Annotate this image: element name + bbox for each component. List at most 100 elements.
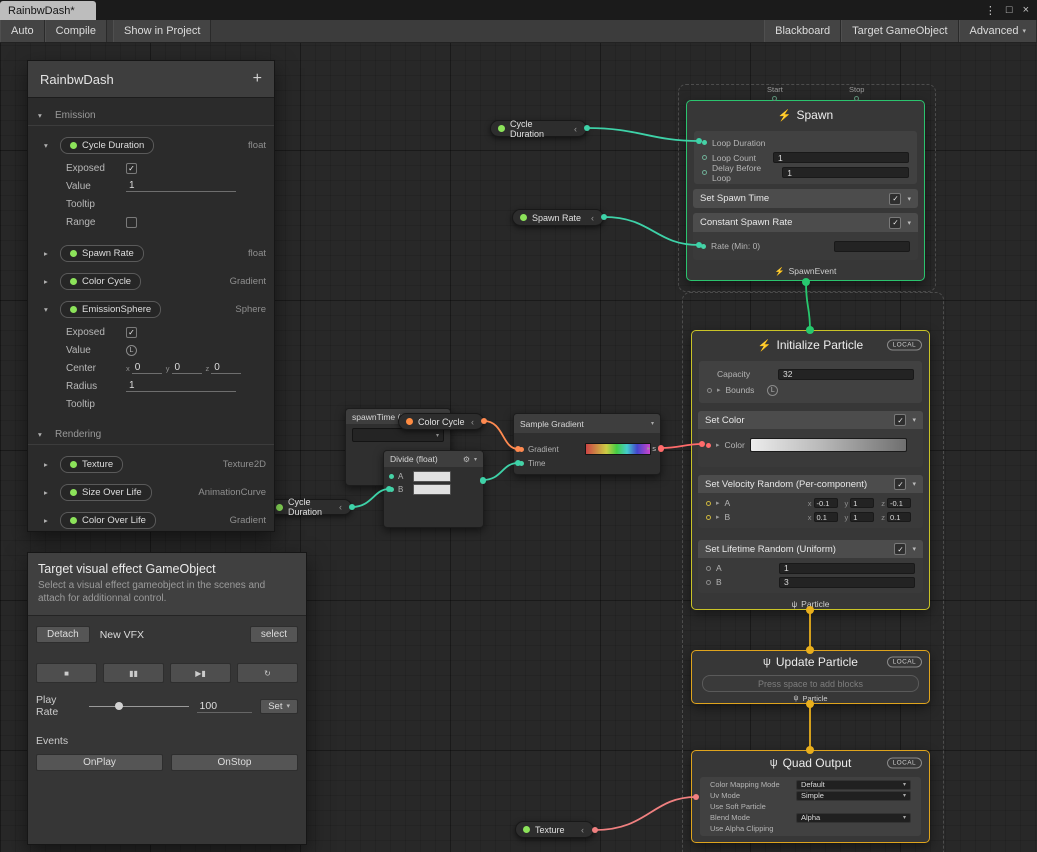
color-port-dot[interactable] (706, 443, 711, 448)
vel-b-z-field[interactable]: 0.1 (887, 512, 911, 522)
set-color-block[interactable]: Set Color ✓ ▾ ▸ Color (698, 411, 923, 467)
divide-b-row[interactable]: B (384, 483, 483, 496)
param-row-spawn-rate[interactable]: ▸ Spawn Rate float (28, 244, 274, 262)
chevron-down-icon[interactable]: ▾ (474, 456, 477, 463)
restart-button[interactable]: ↻ (237, 663, 298, 683)
param-row-emission-sphere[interactable]: ▾ EmissionSphere Sphere (28, 300, 274, 318)
block-enabled-checkbox[interactable]: ✓ (894, 543, 906, 555)
vel-a-y-field[interactable]: 1 (850, 498, 874, 508)
compile-button[interactable]: Compile (45, 20, 107, 42)
slider-thumb[interactable] (115, 702, 123, 710)
menu-icon[interactable]: ⋮ (985, 4, 996, 17)
lock-l-icon[interactable]: L (126, 345, 137, 356)
show-in-project-button[interactable]: Show in Project (113, 20, 211, 42)
spawn-start-port[interactable]: Start (767, 85, 783, 101)
chevron-down-icon[interactable]: ▾ (912, 480, 916, 488)
color-mapping-mode-row[interactable]: Color Mapping Mode Default▾ (700, 779, 921, 790)
pause-button[interactable]: ▮▮ (103, 663, 164, 683)
initialize-particle-node[interactable]: ⚡ Initialize Particle LOCAL Capacity 32 … (691, 330, 930, 610)
quad-output-node[interactable]: ψ Quad Output LOCAL Color Mapping Mode D… (691, 750, 930, 843)
delay-field[interactable]: 1 (782, 167, 909, 178)
blackboard-toggle-button[interactable]: Blackboard (764, 20, 841, 42)
loop-count-port-dot[interactable] (702, 155, 707, 160)
chevron-down-icon[interactable]: ▾ (912, 545, 916, 553)
caret-right-icon[interactable]: ▸ (717, 386, 721, 394)
delay-before-loop-row[interactable]: Delay Before Loop 1 (694, 165, 917, 180)
lifetime-b-field[interactable]: 3 (779, 577, 915, 588)
tooltip-row[interactable]: Tooltip (28, 395, 274, 413)
divide-b-field[interactable] (413, 484, 451, 495)
set-rate-button[interactable]: Set ▾ (260, 699, 298, 714)
param-pill[interactable]: Spawn Rate (60, 245, 144, 262)
lifetime-b-port-dot[interactable] (706, 580, 711, 585)
exposed-checkbox[interactable]: ✓ (126, 163, 137, 174)
center-y-field[interactable]: 0 (172, 362, 202, 374)
play-rate-slider[interactable] (89, 701, 188, 711)
bounds-port-dot[interactable] (707, 388, 712, 393)
gear-icon[interactable]: ⚙ (463, 455, 470, 464)
velocity-a-row[interactable]: ▸ A x-0.1 y1 z-0.1 (698, 496, 923, 510)
velocity-b-port-dot[interactable] (706, 515, 711, 520)
chevron-right-icon[interactable]: ▸ (44, 460, 54, 469)
color-mapping-dropdown[interactable]: Default▾ (796, 780, 911, 790)
close-icon[interactable]: × (1023, 4, 1029, 16)
param-texture[interactable]: Texture ‹ (515, 821, 594, 838)
vel-b-y-field[interactable]: 1 (850, 512, 874, 522)
step-button[interactable]: ▶▮ (170, 663, 231, 683)
param-row-size-over-life[interactable]: ▸ Size Over Life AnimationCurve (28, 483, 274, 501)
loop-duration-port-dot[interactable] (702, 140, 707, 145)
sample-gradient-output[interactable]: ▸ s (647, 444, 664, 453)
param-row-cycle-duration[interactable]: ▾ Cycle Duration float (28, 136, 274, 154)
value-field[interactable]: 1 (126, 180, 236, 192)
lifetime-a-port-dot[interactable] (706, 566, 711, 571)
param-pill[interactable]: Texture (60, 456, 123, 473)
target-gameobject-toggle-button[interactable]: Target GameObject (841, 20, 958, 42)
lifetime-a-field[interactable]: 1 (779, 563, 915, 574)
graph-canvas[interactable]: Start Stop ⚡ Spawn Loop Duration Loop Co… (0, 0, 1037, 852)
velocity-b-row[interactable]: ▸ B x0.1 y1 z0.1 (698, 510, 923, 524)
loop-duration-row[interactable]: Loop Duration (694, 135, 917, 150)
velocity-a-port-dot[interactable] (706, 501, 711, 506)
chevron-down-icon[interactable]: ▾ (651, 420, 654, 427)
output-port-dot[interactable] (658, 446, 664, 452)
capacity-field[interactable]: 32 (778, 369, 914, 380)
param-pill[interactable]: Cycle Duration (60, 137, 154, 154)
block-enabled-checkbox[interactable]: ✓ (894, 414, 906, 426)
time-input-row[interactable]: Time (514, 457, 660, 470)
param-row-color-cycle[interactable]: ▸ Color Cycle Gradient (28, 272, 274, 290)
tooltip-row[interactable]: Tooltip (28, 195, 274, 213)
uv-mode-dropdown[interactable]: Simple▾ (796, 791, 911, 801)
capacity-row[interactable]: Capacity 32 (699, 366, 922, 382)
category-emission[interactable]: ▾ Emission (28, 106, 274, 126)
graph-tab[interactable]: RainbwDash* (0, 1, 96, 20)
block-enabled-checkbox[interactable]: ✓ (889, 217, 901, 229)
a-port-dot[interactable] (389, 474, 394, 479)
param-row-color-over-life[interactable]: ▸ Color Over Life Gradient (28, 511, 274, 529)
range-row[interactable]: Range (28, 213, 274, 231)
collapse-icon[interactable]: ‹ (339, 502, 342, 512)
set-velocity-block[interactable]: Set Velocity Random (Per-component) ✓ ▾ … (698, 475, 923, 528)
gradient-input-row[interactable]: Gradient (514, 441, 660, 457)
divide-title[interactable]: Divide (float) ⚙ ▾ (384, 451, 483, 467)
chevron-down-icon[interactable]: ▾ (44, 141, 54, 150)
empty-blocks-hint[interactable]: Press space to add blocks (702, 675, 919, 692)
center-z-field[interactable]: 0 (211, 362, 241, 374)
advanced-menu-button[interactable]: Advanced ▾ (959, 20, 1037, 42)
exposed-checkbox[interactable]: ✓ (126, 327, 137, 338)
vel-b-x-field[interactable]: 0.1 (814, 512, 838, 522)
rate-row[interactable]: Rate (Min: 0) (693, 232, 918, 260)
param-pill[interactable]: Size Over Life (60, 484, 152, 501)
radius-field[interactable]: 1 (126, 380, 236, 392)
particle-output[interactable]: ψ Particle (692, 694, 929, 703)
use-alpha-clipping-row[interactable]: Use Alpha Clipping (700, 823, 921, 834)
set-spawn-time-block[interactable]: Set Spawn Time ✓ ▾ (693, 189, 918, 208)
gradient-preview[interactable] (585, 443, 651, 455)
param-row-texture[interactable]: ▸ Texture Texture2D (28, 455, 274, 473)
value-row[interactable]: Value L (28, 341, 274, 359)
color-gradient-field[interactable] (750, 438, 907, 452)
divide-a-row[interactable]: A (384, 470, 483, 483)
caret-right-icon[interactable]: ▸ (716, 513, 720, 521)
spawn-node[interactable]: Start Stop ⚡ Spawn Loop Duration Loop Co… (686, 100, 925, 281)
add-parameter-button[interactable]: + (253, 70, 262, 88)
param-color-cycle[interactable]: Color Cycle ‹ (398, 413, 484, 430)
